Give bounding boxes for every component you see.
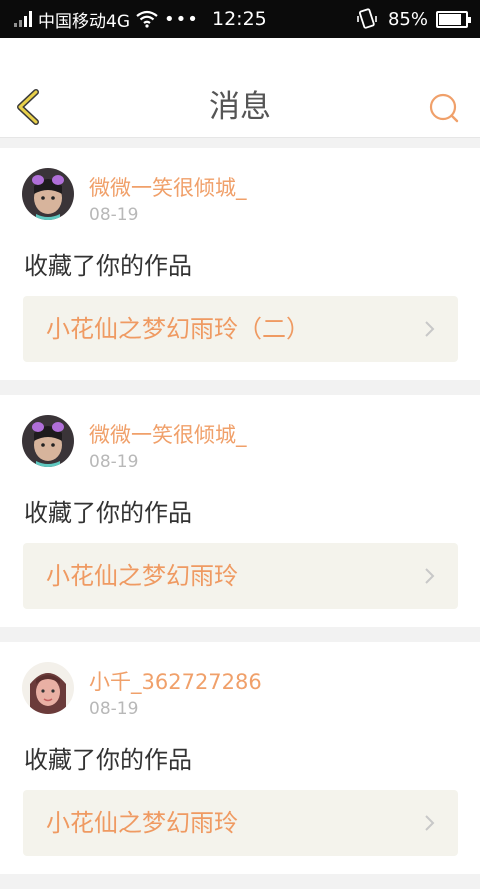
username[interactable]: 微微一笑很倾城_ bbox=[89, 419, 247, 449]
message-card: 微微一笑很倾城_ 08-19 收藏了你的作品 小花仙之梦幻雨玲 bbox=[0, 395, 480, 627]
vibrate-icon bbox=[357, 8, 377, 29]
status-right: 85% bbox=[356, 0, 471, 38]
avatar[interactable] bbox=[22, 168, 74, 220]
work-link[interactable]: 小花仙之梦幻雨玲 bbox=[23, 790, 458, 856]
message-list: 微微一笑很倾城_ 08-19 收藏了你的作品 小花仙之梦幻雨玲（二） 微微一笑很… bbox=[0, 148, 480, 889]
message-date: 08-19 bbox=[89, 205, 139, 225]
work-link[interactable]: 小花仙之梦幻雨玲 bbox=[23, 543, 458, 609]
top-navigation-bar: 消息 bbox=[0, 38, 480, 138]
action-text: 收藏了你的作品 bbox=[24, 746, 192, 774]
action-text: 收藏了你的作品 bbox=[24, 499, 192, 527]
chevron-right-icon bbox=[425, 568, 435, 584]
battery-fill bbox=[439, 13, 462, 25]
work-title: 小花仙之梦幻雨玲 bbox=[46, 562, 238, 590]
avatar[interactable] bbox=[22, 415, 74, 467]
username[interactable]: 微微一笑很倾城_ bbox=[89, 172, 247, 202]
message-card: 微微一笑很倾城_ 08-19 收藏了你的作品 小花仙之梦幻雨玲（二） bbox=[0, 148, 480, 380]
username[interactable]: 小千_362727286 bbox=[89, 666, 262, 696]
avatar[interactable] bbox=[22, 662, 74, 714]
message-card: 小千_362727286 08-19 收藏了你的作品 小花仙之梦幻雨玲 bbox=[0, 642, 480, 874]
message-date: 08-19 bbox=[89, 452, 139, 472]
battery-icon bbox=[436, 10, 471, 28]
search-icon[interactable] bbox=[428, 92, 460, 124]
action-text: 收藏了你的作品 bbox=[24, 252, 192, 280]
work-title: 小花仙之梦幻雨玲（二） bbox=[46, 315, 310, 343]
wifi-icon bbox=[136, 10, 158, 28]
page-title: 消息 bbox=[209, 89, 271, 125]
carrier-label: 中国移动4G bbox=[38, 11, 130, 32]
signal-icon bbox=[14, 11, 32, 27]
more-dots: ••• bbox=[164, 8, 199, 30]
status-left: 中国移动4G ••• bbox=[14, 0, 199, 38]
battery-percent: 85% bbox=[387, 8, 428, 30]
chevron-right-icon bbox=[425, 815, 435, 831]
status-time: 12:25 bbox=[212, 8, 267, 30]
message-date: 08-19 bbox=[89, 699, 139, 719]
work-link[interactable]: 小花仙之梦幻雨玲（二） bbox=[23, 296, 458, 362]
work-title: 小花仙之梦幻雨玲 bbox=[46, 809, 238, 837]
status-bar: 中国移动4G ••• 12:25 85% bbox=[0, 0, 480, 38]
chevron-right-icon bbox=[425, 321, 435, 337]
